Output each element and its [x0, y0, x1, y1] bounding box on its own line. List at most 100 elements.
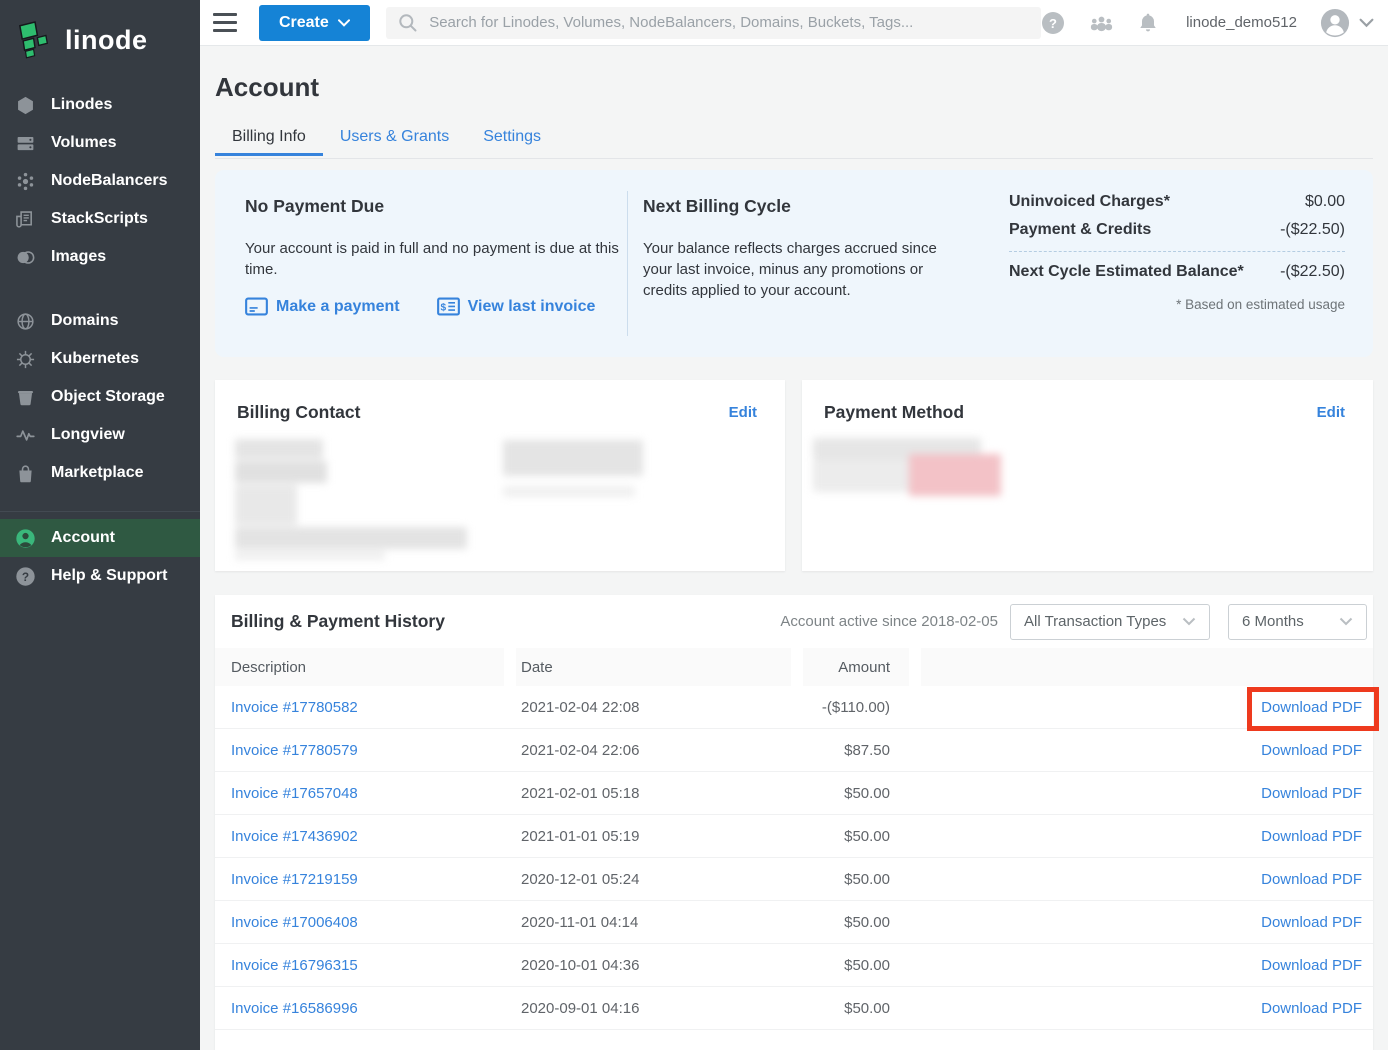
- tab-billing-info[interactable]: Billing Info: [215, 121, 323, 156]
- chevron-down-icon: [338, 19, 350, 27]
- invoice-link[interactable]: Invoice #17657048: [231, 785, 358, 802]
- sidebar-item-kubernetes[interactable]: Kubernetes: [0, 340, 200, 378]
- chevron-down-icon: [1182, 617, 1196, 626]
- sidebar-item-marketplace[interactable]: Marketplace: [0, 454, 200, 492]
- make-payment-link[interactable]: Make a payment: [245, 297, 400, 316]
- balance-value: -($22.50): [1280, 263, 1345, 281]
- user-menu-button[interactable]: [1320, 8, 1374, 38]
- billing-contact-card: Billing Contact Edit: [215, 380, 785, 571]
- sidebar-secondary-nav: Domains Kubernetes Object Storage Longvi…: [0, 302, 200, 492]
- column-description: Description: [215, 648, 504, 686]
- invoice-link[interactable]: Invoice #16586996: [231, 1000, 358, 1017]
- help-button[interactable]: ?: [1041, 11, 1065, 35]
- payment-method-card: Payment Method Edit: [802, 380, 1373, 571]
- payment-method-title: Payment Method: [824, 402, 964, 423]
- summary-divider: [627, 191, 628, 336]
- redacted-contact-info: [503, 440, 655, 498]
- sidebar-item-linodes[interactable]: Linodes: [0, 86, 200, 124]
- balance-label: Payment & Credits: [1009, 221, 1151, 239]
- invoice-amount: $50.00: [791, 914, 909, 931]
- tab-users-grants[interactable]: Users & Grants: [323, 121, 466, 156]
- notifications-button[interactable]: [1138, 11, 1158, 34]
- invoice-link[interactable]: Invoice #17006408: [231, 914, 358, 931]
- sidebar-item-label: Linodes: [51, 96, 112, 114]
- svg-text:?: ?: [22, 569, 29, 583]
- billing-history-title: Billing & Payment History: [231, 611, 445, 632]
- invoice-date: 2021-02-04 22:08: [516, 699, 791, 716]
- table-row: Invoice #17219159 2020-12-01 05:24 $50.0…: [215, 858, 1373, 901]
- tab-bar-divider: [215, 158, 1373, 159]
- create-button[interactable]: Create: [259, 5, 371, 41]
- bell-icon: [1138, 11, 1158, 34]
- download-pdf-link[interactable]: Download PDF: [1261, 1000, 1362, 1017]
- sidebar-item-label: Marketplace: [51, 464, 144, 482]
- sidebar-item-label: Kubernetes: [51, 350, 139, 368]
- download-pdf-link[interactable]: Download PDF: [1261, 742, 1362, 759]
- community-users-icon: [1088, 13, 1115, 33]
- period-select[interactable]: 6 Months: [1228, 604, 1367, 640]
- linode-logo[interactable]: linode: [0, 0, 200, 66]
- billing-contact-edit-link[interactable]: Edit: [729, 404, 757, 421]
- sidebar-item-domains[interactable]: Domains: [0, 302, 200, 340]
- transaction-type-select[interactable]: All Transaction Types: [1010, 604, 1210, 640]
- sidebar-divider: [0, 511, 200, 512]
- tab-settings[interactable]: Settings: [466, 121, 558, 156]
- download-pdf-link[interactable]: Download PDF: [1261, 914, 1362, 931]
- next-billing-cycle-section: Next Billing Cycle Your balance reflects…: [643, 196, 955, 301]
- sidebar-item-help-support[interactable]: ? Help & Support: [0, 557, 200, 595]
- invoice-link[interactable]: Invoice #17436902: [231, 828, 358, 845]
- next-billing-cycle-title: Next Billing Cycle: [643, 196, 955, 217]
- sidebar: linode Linodes Volumes NodeBalancers Sta…: [0, 0, 200, 1050]
- table-row: Invoice #17780582 2021-02-04 22:08 -($11…: [215, 686, 1373, 729]
- invoice-amount: -($110.00): [791, 699, 909, 716]
- balances-dashed-divider: [1009, 251, 1345, 252]
- no-payment-due-body: Your account is paid in full and no paym…: [245, 238, 619, 280]
- balance-label: Next Cycle Estimated Balance*: [1009, 263, 1244, 281]
- redacted-payment-details: [813, 436, 1013, 516]
- download-pdf-link[interactable]: Download PDF: [1261, 957, 1362, 974]
- search-input[interactable]: [429, 14, 1029, 31]
- invoice-link[interactable]: Invoice #17780579: [231, 742, 358, 759]
- linode-hexagon-icon: [15, 95, 36, 116]
- sidebar-item-images[interactable]: Images: [0, 238, 200, 276]
- chevron-down-icon: [1339, 617, 1353, 626]
- invoice-link[interactable]: Invoice #16796315: [231, 957, 358, 974]
- sidebar-item-stackscripts[interactable]: StackScripts: [0, 200, 200, 238]
- helm-wheel-icon: [15, 349, 36, 370]
- search-icon: [398, 13, 418, 33]
- download-pdf-link[interactable]: Download PDF: [1261, 785, 1362, 802]
- community-button[interactable]: [1088, 13, 1115, 33]
- help-circle-icon: ?: [1041, 11, 1065, 35]
- payment-method-edit-link[interactable]: Edit: [1317, 404, 1345, 421]
- page-title: Account: [215, 72, 319, 103]
- estimated-balance-row: Next Cycle Estimated Balance* -($22.50): [1009, 263, 1345, 281]
- username-label: linode_demo512: [1186, 14, 1297, 31]
- billing-history-panel: Billing & Payment History Account active…: [215, 595, 1373, 1050]
- view-last-invoice-link[interactable]: $ View last invoice: [437, 297, 596, 316]
- sidebar-primary-nav: Linodes Volumes NodeBalancers StackScrip…: [0, 86, 200, 276]
- linode-cubes-icon: [17, 20, 53, 60]
- download-pdf-link[interactable]: Download PDF: [1261, 871, 1362, 888]
- hamburger-menu-button[interactable]: [213, 13, 237, 32]
- balance-label: Uninvoiced Charges*: [1009, 193, 1170, 211]
- sidebar-item-account[interactable]: Account: [0, 519, 200, 557]
- invoice-link[interactable]: Invoice #17219159: [231, 871, 358, 888]
- payment-credits-row: Payment & Credits -($22.50): [1009, 221, 1345, 239]
- table-row: Invoice #16796315 2020-10-01 04:36 $50.0…: [215, 944, 1373, 987]
- column-amount: Amount: [803, 648, 909, 686]
- sidebar-item-label: Domains: [51, 312, 119, 330]
- sidebar-item-volumes[interactable]: Volumes: [0, 124, 200, 162]
- sidebar-item-object-storage[interactable]: Object Storage: [0, 378, 200, 416]
- invoice-link[interactable]: Invoice #17780582: [231, 699, 358, 716]
- view-last-invoice-label: View last invoice: [468, 298, 596, 316]
- balance-value: -($22.50): [1280, 221, 1345, 239]
- pulse-icon: [15, 425, 36, 446]
- global-search: [386, 7, 1041, 39]
- nodebalancer-icon: [15, 171, 36, 192]
- sidebar-item-nodebalancers[interactable]: NodeBalancers: [0, 162, 200, 200]
- period-value: 6 Months: [1242, 613, 1304, 630]
- download-pdf-link[interactable]: Download PDF: [1261, 699, 1362, 716]
- sidebar-item-longview[interactable]: Longview: [0, 416, 200, 454]
- bucket-icon: [15, 387, 36, 408]
- download-pdf-link[interactable]: Download PDF: [1261, 828, 1362, 845]
